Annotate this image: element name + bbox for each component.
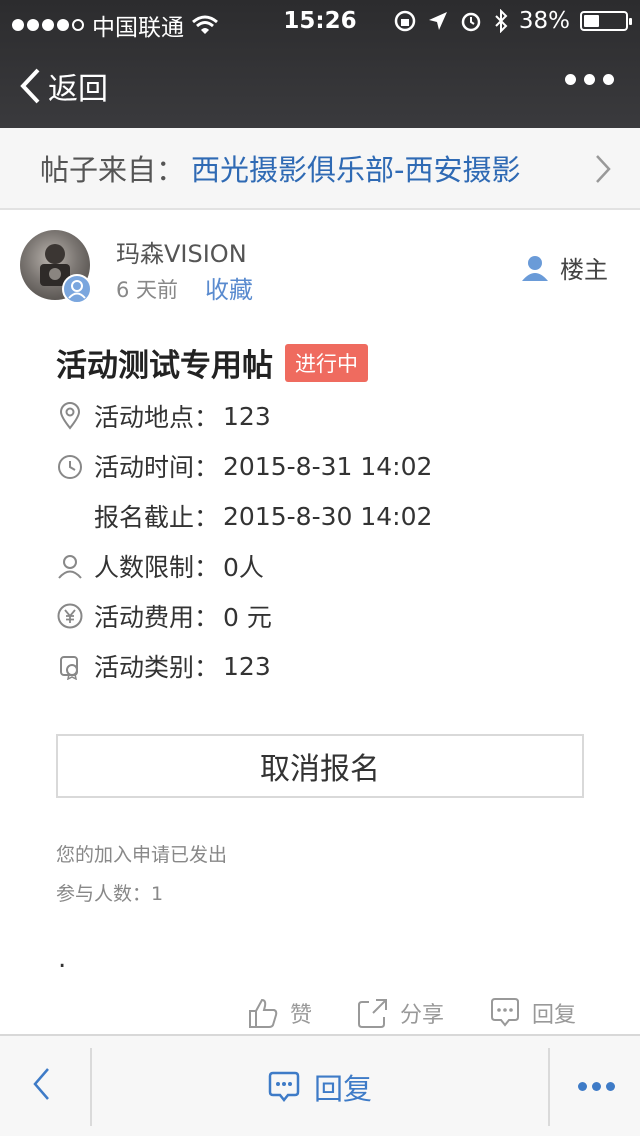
reply-button[interactable]: 回复 xyxy=(488,996,576,1030)
person-outline-icon xyxy=(58,555,82,579)
battery-percent: 38% xyxy=(518,8,570,34)
toolbar-more-button[interactable] xyxy=(578,1082,615,1091)
deadline-label: 报名截止： xyxy=(94,503,220,532)
battery-fill xyxy=(584,15,600,27)
author-name[interactable]: 玛森VISION xyxy=(116,234,247,269)
alarm-icon xyxy=(461,12,481,32)
participants-count: 参与人数：1 xyxy=(56,883,164,905)
toolbar-reply-button[interactable]: 回复 xyxy=(266,1066,372,1108)
tag-icon xyxy=(60,656,78,680)
post-title: 活动测试专用帖 xyxy=(56,348,273,384)
owner-label: 楼主 xyxy=(560,256,608,284)
chevron-right-icon xyxy=(596,155,611,183)
location-row: 活动地点： 123 xyxy=(56,398,271,434)
post-source-bar[interactable]: 帖子来自： 西光摄影俱乐部-西安摄影 xyxy=(0,128,640,210)
owner-tag: 楼主 xyxy=(520,250,608,285)
bottom-toolbar: 回复 xyxy=(0,1034,640,1136)
share-label: 分享 xyxy=(400,1003,445,1028)
back-button[interactable]: 返回 xyxy=(18,64,108,108)
author-row: 玛森VISION 6 天前 收藏 楼主 xyxy=(0,210,640,320)
fee-row: 活动费用： 0 元 xyxy=(56,598,272,634)
comment-icon xyxy=(268,1071,300,1103)
top-bar: 中国联通 15:26 38% 返回 xyxy=(0,0,640,128)
nav-bar: 返回 xyxy=(0,40,640,128)
post-title-row: 活动测试专用帖 进行中 xyxy=(56,340,368,385)
category-label: 活动类别： xyxy=(94,653,220,682)
post-body: . xyxy=(58,944,67,974)
limit-value: 0人 xyxy=(223,553,264,582)
toolbar-back-button[interactable] xyxy=(30,1066,52,1106)
status-bar: 中国联通 15:26 38% xyxy=(0,0,640,41)
post-actions: 赞 分享 回复 xyxy=(0,996,640,1036)
thumbs-up-icon xyxy=(249,998,278,1028)
back-label: 返回 xyxy=(48,72,108,107)
deadline-value: 2015-8-30 14:02 xyxy=(223,501,433,531)
category-value: 123 xyxy=(223,651,271,681)
source-link[interactable]: 西光摄影俱乐部-西安摄影 xyxy=(191,147,520,189)
source-label: 帖子来自： xyxy=(40,153,186,187)
limit-row: 人数限制： 0人 xyxy=(56,548,264,584)
rotation-lock-icon xyxy=(394,10,416,32)
more-menu-button[interactable] xyxy=(565,74,614,85)
person-icon xyxy=(522,255,548,281)
time-value: 2015-8-31 14:02 xyxy=(223,451,433,481)
location-value: 123 xyxy=(223,401,271,431)
like-button[interactable]: 赞 xyxy=(246,996,312,1030)
cancel-signup-button[interactable]: 取消报名 xyxy=(56,734,584,798)
application-sent-note: 您的加入申请已发出 xyxy=(56,844,228,866)
reply-label: 回复 xyxy=(532,1003,577,1028)
location-arrow-icon xyxy=(428,12,447,30)
post-time: 6 天前 xyxy=(116,278,179,302)
battery-icon xyxy=(580,11,632,31)
like-label: 赞 xyxy=(290,1003,313,1028)
toolbar-divider xyxy=(90,1048,92,1126)
status-right: 38% xyxy=(393,8,632,34)
deadline-row: 报名截止： 2015-8-30 14:02 xyxy=(94,498,432,534)
toolbar-divider xyxy=(548,1048,550,1126)
bluetooth-icon xyxy=(495,9,508,33)
toolbar-reply-label: 回复 xyxy=(314,1072,373,1106)
category-row: 活动类别： 123 xyxy=(56,648,271,684)
share-button[interactable]: 分享 xyxy=(356,996,444,1030)
location-label: 活动地点： xyxy=(94,403,220,432)
location-pin-icon xyxy=(59,402,81,430)
chevron-left-icon xyxy=(33,1068,49,1100)
clock-icon xyxy=(58,455,82,479)
yen-icon xyxy=(57,603,83,629)
chevron-left-icon xyxy=(20,68,40,104)
time-label: 活动时间： xyxy=(94,453,220,482)
comment-icon xyxy=(491,998,519,1027)
share-icon xyxy=(358,999,387,1028)
user-badge-icon xyxy=(62,274,92,304)
fee-label: 活动费用： xyxy=(94,603,220,632)
status-badge: 进行中 xyxy=(285,343,368,382)
time-row: 活动时间： 2015-8-31 14:02 xyxy=(56,448,432,484)
fee-value: 0 元 xyxy=(223,603,272,632)
favorite-button[interactable]: 收藏 xyxy=(205,270,253,305)
limit-label: 人数限制： xyxy=(94,553,220,582)
